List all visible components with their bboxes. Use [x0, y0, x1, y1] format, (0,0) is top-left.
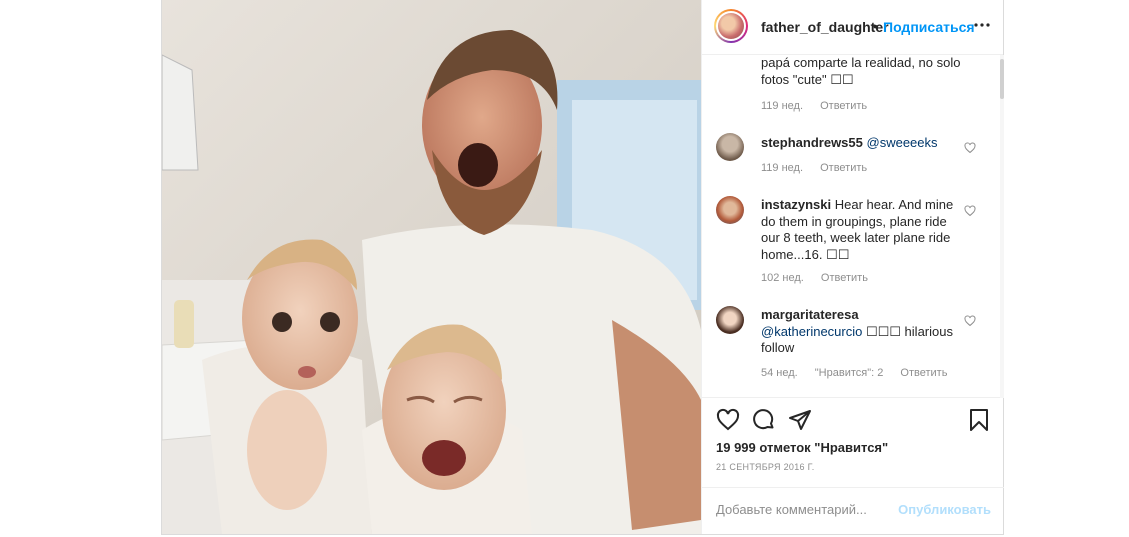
likes-count[interactable]: 19 999 отметок "Нравится" — [716, 440, 888, 455]
author-avatar[interactable] — [714, 9, 748, 43]
comment-avatar[interactable] — [716, 306, 744, 334]
comment-username[interactable]: stephandrews55 — [761, 135, 863, 150]
bookmark-icon[interactable] — [967, 408, 991, 432]
send-icon[interactable] — [788, 408, 812, 432]
add-comment-bar: Добавьте комментарий... Опубликовать — [702, 488, 1004, 534]
comment-icon[interactable] — [752, 408, 776, 432]
comment-input[interactable]: Добавьте комментарий... — [716, 502, 867, 517]
reply-button[interactable]: Ответить — [900, 367, 947, 379]
post-date: 21 сентября 2016 г. — [716, 462, 815, 472]
comment-avatar[interactable] — [716, 133, 744, 161]
comment-meta: 119 нед. Ответить — [761, 100, 881, 112]
comment-likes[interactable]: "Нравится": 2 — [815, 367, 884, 379]
comment-text: papá comparte la realidad, no solo fotos… — [761, 55, 961, 87]
comment-body: margaritateresa @katherinecurcio ☐☐☐ hil… — [761, 307, 957, 357]
comments-list[interactable]: papá comparte la realidad, no solo fotos… — [702, 55, 1004, 398]
comment-meta: 54 нед. "Нравится": 2 Ответить — [761, 367, 961, 379]
reply-button[interactable]: Ответить — [821, 272, 868, 284]
post-actions: 19 999 отметок "Нравится" 21 сентября 20… — [702, 398, 1004, 488]
heart-icon[interactable] — [964, 314, 976, 327]
comment-body: stephandrews55 @sweeeeks — [761, 135, 957, 152]
post-dialog: father_of_daughter • Подписаться papá co… — [161, 0, 1004, 535]
author-username[interactable]: father_of_daughter — [761, 19, 889, 35]
reply-button[interactable]: Ответить — [820, 162, 867, 174]
comment-age: 119 нед. — [761, 162, 804, 174]
comment-username[interactable]: margaritateresa — [761, 307, 859, 322]
header-separator: • — [873, 18, 878, 34]
follow-button[interactable]: Подписаться — [883, 19, 975, 35]
comments-scrollbar[interactable] — [1000, 55, 1004, 398]
comment-mention[interactable]: @sweeeeks — [867, 135, 938, 150]
comment-meta: 102 нед. Ответить — [761, 272, 882, 284]
comment-body: instazynski Hear hear. And mine do them … — [761, 197, 957, 263]
post-header: father_of_daughter • Подписаться — [702, 0, 1003, 55]
comment-mention[interactable]: @katherinecurcio — [761, 324, 862, 339]
scrollbar-thumb[interactable] — [1000, 59, 1004, 99]
post-side-panel: father_of_daughter • Подписаться papá co… — [701, 0, 1004, 534]
heart-icon[interactable] — [964, 141, 976, 154]
comment-meta: 119 нед. Ответить — [761, 162, 881, 174]
post-photo-image — [162, 0, 701, 534]
comment-username[interactable]: instazynski — [761, 197, 831, 212]
publish-button[interactable]: Опубликовать — [898, 502, 991, 517]
post-photo[interactable] — [162, 0, 701, 534]
comment-age: 119 нед. — [761, 100, 804, 112]
more-dots-icon[interactable] — [970, 13, 994, 37]
reply-button[interactable]: Ответить — [820, 100, 867, 112]
comment-age: 102 нед. — [761, 272, 804, 284]
comment-age: 54 нед. — [761, 367, 798, 379]
comment-avatar[interactable] — [716, 196, 744, 224]
heart-icon[interactable] — [964, 204, 976, 217]
heart-icon[interactable] — [716, 408, 740, 432]
